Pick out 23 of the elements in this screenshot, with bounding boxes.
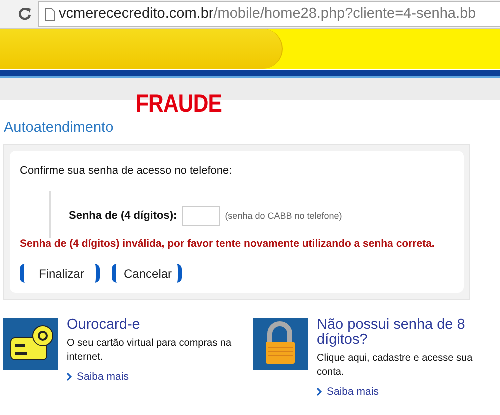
promo-title[interactable]: Ourocard-e: [67, 318, 243, 334]
page-icon: [45, 8, 55, 20]
form-button[interactable]: Finalizar: [20, 264, 100, 283]
field-label: Senha de (4 dígitos):: [69, 210, 178, 222]
email-card-icon: [3, 318, 58, 370]
reload-icon[interactable]: [18, 7, 32, 21]
url-domain: vcmerececredito.com.br: [59, 6, 214, 22]
chevron-icon: [317, 388, 322, 396]
chevron-icon: [67, 373, 72, 382]
annotation-text: FRAUDE: [136, 92, 222, 117]
password-field[interactable]: [182, 206, 220, 226]
more-link[interactable]: Saiba mais: [317, 386, 500, 398]
field-hint: (senha do CABB no telefone): [225, 211, 342, 221]
error-message: Senha de (4 dígitos) inválida, por favor tente novamente utilizando a senha correta.: [20, 238, 436, 250]
prompt-text: Confirme sua senha de acesso no telefone:: [20, 165, 234, 177]
promo-text: O seu cartão virtual para compras na internet.: [67, 337, 233, 364]
promo-title[interactable]: Não possui senha de 8 dígitos?: [317, 318, 500, 348]
url-path: /mobile/home28.php?cliente=4-senha.bb: [214, 6, 476, 22]
form-button[interactable]: Cancelar: [112, 264, 182, 283]
promo-text: Clique aqui, cadastre e acesse sua conta.: [317, 352, 474, 380]
section-title: Autoatendimento: [4, 120, 115, 136]
more-link[interactable]: Saiba mais: [67, 371, 243, 384]
padlock-icon: [253, 318, 308, 370]
